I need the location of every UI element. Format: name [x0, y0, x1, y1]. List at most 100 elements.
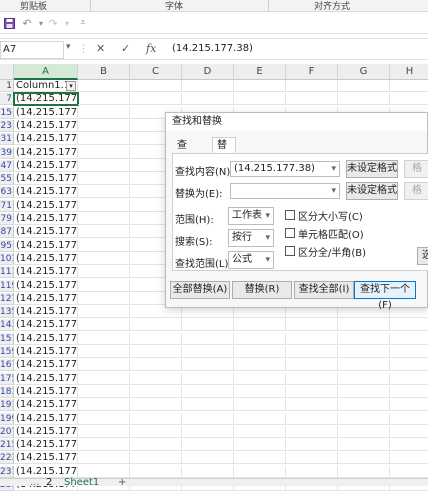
empty-cell[interactable]: [130, 452, 182, 465]
empty-cell[interactable]: [78, 213, 130, 225]
empty-cell[interactable]: [78, 359, 130, 372]
empty-cell[interactable]: [390, 426, 428, 438]
find-next-button[interactable]: 查找下一个(F): [354, 281, 416, 311]
empty-cell[interactable]: [78, 332, 130, 345]
search-order-select[interactable]: 按行 ▾: [228, 229, 274, 247]
empty-cell[interactable]: [390, 386, 428, 398]
data-cell[interactable]: (14.215.177.39): [14, 199, 78, 212]
empty-cell[interactable]: [390, 93, 428, 106]
empty-cell[interactable]: [338, 372, 390, 385]
row-header[interactable]: 79: [0, 213, 14, 225]
empty-cell[interactable]: [234, 385, 286, 398]
empty-cell[interactable]: [130, 399, 182, 412]
data-cell[interactable]: (14.215.177.39): [14, 439, 78, 452]
row-header[interactable]: 23: [0, 119, 14, 132]
empty-cell[interactable]: [130, 372, 182, 385]
empty-cell[interactable]: [234, 412, 286, 425]
row-header[interactable]: 143: [0, 319, 14, 332]
empty-cell[interactable]: [182, 359, 234, 372]
data-cell[interactable]: (14.215.177.39): [14, 332, 78, 345]
empty-cell[interactable]: [182, 385, 234, 398]
data-cell[interactable]: (14.215.177.39): [14, 306, 78, 319]
empty-cell[interactable]: [78, 133, 130, 146]
data-cell[interactable]: (14.215.177.39): [14, 465, 78, 478]
column-header-c[interactable]: C: [130, 64, 182, 80]
empty-cell[interactable]: [130, 385, 182, 398]
empty-cell[interactable]: [234, 332, 286, 345]
empty-cell[interactable]: [390, 373, 428, 385]
data-cell[interactable]: (14.215.177.39): [14, 119, 78, 132]
empty-cell[interactable]: [130, 332, 182, 345]
column-header-a[interactable]: A: [14, 64, 78, 80]
row-header[interactable]: 207: [0, 425, 14, 438]
within-select[interactable]: 工作表 ▾: [228, 207, 274, 225]
empty-cell[interactable]: [78, 306, 130, 319]
empty-cell[interactable]: [338, 346, 390, 358]
data-cell[interactable]: (14.215.177.39): [14, 319, 78, 332]
data-cell[interactable]: (14.215.177.39): [14, 452, 78, 465]
empty-cell[interactable]: [78, 106, 130, 119]
empty-cell[interactable]: [338, 425, 390, 438]
empty-cell[interactable]: [390, 333, 428, 345]
empty-cell[interactable]: [234, 425, 286, 438]
empty-cell[interactable]: [390, 452, 428, 465]
empty-cell[interactable]: [338, 319, 390, 332]
data-cell[interactable]: (14.215.177.39): [14, 252, 78, 265]
empty-cell[interactable]: [182, 439, 234, 452]
column-header-f[interactable]: F: [286, 64, 338, 80]
row-header[interactable]: 7: [0, 93, 14, 106]
name-box-dropdown-icon[interactable]: ▾: [66, 42, 71, 52]
row-header[interactable]: 1: [0, 80, 14, 92]
data-cell[interactable]: (14.215.177.39): [14, 173, 78, 186]
empty-cell[interactable]: [182, 346, 234, 358]
empty-cell[interactable]: [78, 292, 130, 305]
empty-cell[interactable]: [286, 439, 338, 452]
header-cell[interactable]: Column1.10 ▾: [14, 80, 78, 92]
look-in-select[interactable]: 公式 ▾: [228, 251, 274, 269]
redo-icon[interactable]: ↷: [46, 15, 60, 31]
empty-cell[interactable]: [78, 399, 130, 412]
column-header-g[interactable]: G: [338, 64, 390, 80]
empty-cell[interactable]: [78, 146, 130, 159]
tab-find[interactable]: 查找(D): [172, 137, 198, 183]
empty-cell[interactable]: [286, 372, 338, 385]
empty-cell[interactable]: [78, 452, 130, 465]
replace-format-options-button[interactable]: 格: [404, 182, 428, 200]
empty-cell[interactable]: [78, 346, 130, 358]
empty-cell[interactable]: [338, 412, 390, 425]
row-header[interactable]: 15: [0, 106, 14, 119]
empty-cell[interactable]: [130, 93, 182, 106]
tab-replace[interactable]: 替换(P): [212, 137, 236, 183]
empty-cell[interactable]: [78, 372, 130, 385]
row-header[interactable]: 55: [0, 173, 14, 186]
replace-all-button[interactable]: 全部替换(A): [170, 281, 230, 299]
empty-cell[interactable]: [78, 412, 130, 425]
empty-cell[interactable]: [130, 412, 182, 425]
empty-cell[interactable]: [182, 412, 234, 425]
empty-cell[interactable]: [390, 80, 428, 92]
empty-cell[interactable]: [338, 465, 390, 478]
empty-cell[interactable]: [234, 93, 286, 106]
select-all-corner[interactable]: [0, 64, 14, 80]
empty-cell[interactable]: [182, 332, 234, 345]
data-cell[interactable]: (14.215.177.39): [14, 279, 78, 292]
data-cell[interactable]: (14.215.177.39): [14, 226, 78, 239]
options-button[interactable]: 选: [417, 247, 428, 265]
empty-cell[interactable]: [338, 359, 390, 372]
row-header[interactable]: 111: [0, 266, 14, 279]
find-format-options-button[interactable]: 格: [404, 160, 428, 178]
empty-cell[interactable]: [234, 319, 286, 332]
empty-cell[interactable]: [182, 372, 234, 385]
empty-cell[interactable]: [338, 80, 390, 92]
replace-button[interactable]: 替换(R): [232, 281, 292, 299]
row-header[interactable]: 215: [0, 439, 14, 452]
empty-cell[interactable]: [182, 425, 234, 438]
data-cell[interactable]: (14.215.177.39): [14, 292, 78, 305]
empty-cell[interactable]: [182, 80, 234, 92]
data-cell[interactable]: (14.215.177.39): [14, 213, 78, 225]
empty-cell[interactable]: [78, 266, 130, 279]
find-format-button[interactable]: 未设定格式: [346, 160, 398, 178]
chevron-down-icon[interactable]: ▾: [331, 162, 336, 176]
row-header[interactable]: 127: [0, 292, 14, 305]
empty-cell[interactable]: [78, 439, 130, 452]
